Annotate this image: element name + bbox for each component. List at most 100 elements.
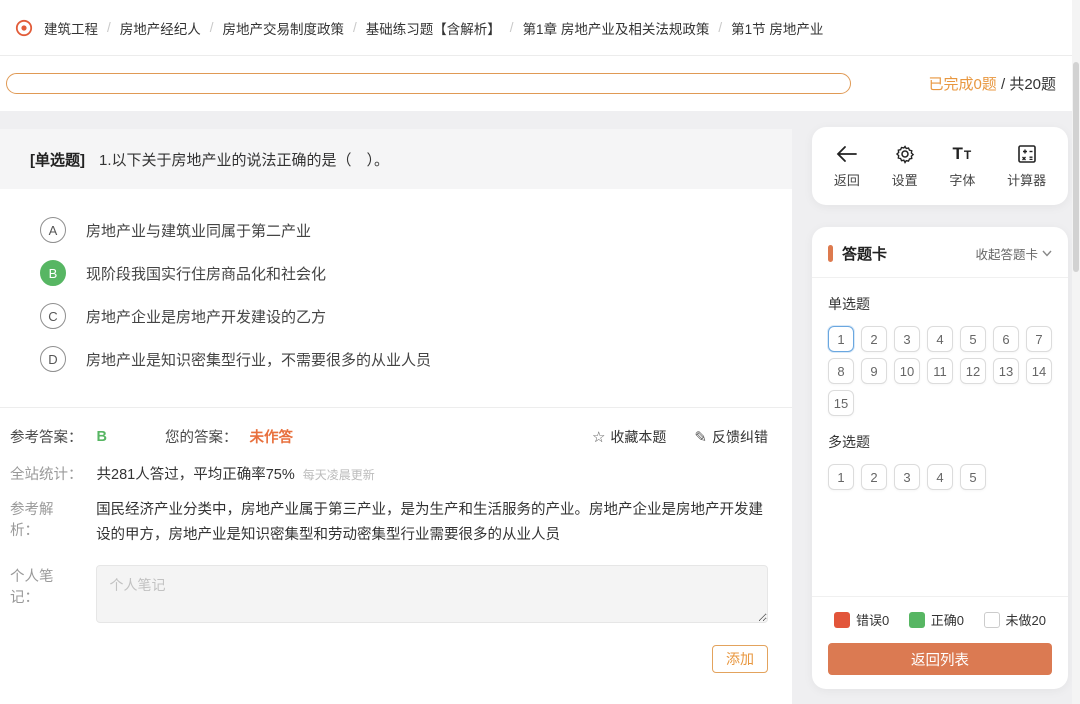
- answer-card: 答题卡 收起答题卡 单选题 1 2 3 4 5 6 7 8 9 10 11 12 13 14 15 多选题 1 2 3…: [812, 227, 1068, 689]
- collapse-answer-card-button[interactable]: 收起答题卡: [975, 244, 1052, 263]
- option-text: 房地产业与建筑业同属于第二产业: [86, 222, 312, 240]
- question-number-14[interactable]: 14: [1026, 358, 1052, 384]
- option-letter-circle: C: [40, 303, 66, 329]
- accent-bar: [828, 245, 833, 262]
- option-C[interactable]: C 房地产企业是房地产开发建设的乙方: [40, 303, 752, 329]
- star-icon: ☆: [591, 428, 606, 446]
- personal-notes-row: 个人笔记：: [0, 549, 792, 623]
- back-arrow-icon: [836, 143, 858, 165]
- scrollbar-thumb[interactable]: [1073, 62, 1079, 272]
- legend-swatch-wrong: [834, 611, 850, 628]
- legend-label: 错误0: [856, 613, 890, 628]
- answer-card-title: 答题卡: [842, 246, 888, 263]
- option-letter-circle: D: [40, 346, 66, 372]
- tool-计算器[interactable]: 计算器: [1007, 143, 1046, 189]
- question-number-10[interactable]: 10: [894, 358, 920, 384]
- feedback-error-button[interactable]: ✎ 反馈纠错: [694, 427, 768, 447]
- top-header: 建筑工程 / 房地产经纪人 / 房地产交易制度政策 / 基础练习题【含解析】 / 第1章 房地产…: [0, 0, 1080, 56]
- breadcrumb-separator: /: [107, 20, 111, 35]
- collapse-label: 收起答题卡: [975, 248, 1038, 262]
- question-number-3[interactable]: 3: [894, 326, 920, 352]
- section-title: 单选题: [828, 296, 870, 312]
- breadcrumb-item[interactable]: 建筑工程: [44, 18, 98, 38]
- option-letter-circle: B: [40, 260, 66, 286]
- breadcrumb-item[interactable]: 第1节 房地产业: [731, 18, 823, 38]
- breadcrumb-separator: /: [353, 20, 357, 35]
- collect-label: 收藏本题: [610, 428, 667, 445]
- question-number-5[interactable]: 5: [960, 326, 986, 352]
- breadcrumb-item[interactable]: 第1章 房地产业及相关法规政策: [523, 18, 710, 38]
- question-body: A 房地产业与建筑业同属于第二产业 B 现阶段我国实行住房商品化和社会化 C 房地产企业是…: [0, 189, 792, 704]
- breadcrumb-item[interactable]: 房地产经纪人: [120, 18, 201, 38]
- question-number-13[interactable]: 13: [993, 358, 1019, 384]
- legend-label: 未做20: [1005, 613, 1046, 628]
- tool-字体[interactable]: TT 字体: [949, 143, 975, 189]
- sidebar: 返回 设置 TT 字体 计算器 答题卡 收起答题卡 单选题 1 2 3 4 5 6 7 8 9 10 11 12…: [812, 127, 1068, 689]
- site-stats-value: 共281人答过，平均正确率75%: [96, 467, 295, 483]
- question-pager: 〈 上一题 下一题 〉: [0, 673, 792, 704]
- question-number-1[interactable]: 1: [828, 464, 854, 490]
- option-text: 现阶段我国实行住房商品化和社会化: [86, 265, 327, 283]
- tool-label: 设置: [891, 173, 918, 188]
- progress-bar: [6, 73, 851, 94]
- option-letter-circle: A: [40, 217, 66, 243]
- question-header: [单选题] 1.以下关于房地产业的说法正确的是（ ）。: [0, 129, 792, 189]
- question-number-6[interactable]: 6: [993, 326, 1019, 352]
- legend-correct: 正确0: [908, 610, 964, 629]
- question-number-1[interactable]: 1: [828, 326, 854, 352]
- option-A[interactable]: A 房地产业与建筑业同属于第二产业: [40, 217, 752, 243]
- collect-question-button[interactable]: ☆ 收藏本题: [592, 427, 666, 447]
- question-number-5[interactable]: 5: [960, 464, 986, 490]
- question-number-grid: 12345: [828, 464, 1052, 490]
- question-number-12[interactable]: 12: [960, 358, 986, 384]
- question-number-9[interactable]: 9: [861, 358, 887, 384]
- tool-label: 字体: [949, 173, 976, 188]
- page-scrollbar[interactable]: [1072, 0, 1080, 704]
- analysis-row: 参考解析： 国民经济产业分类中，房地产业属于第三产业，是为生产和生活服务的产业。…: [0, 484, 792, 549]
- chevron-down-icon: [1042, 250, 1052, 257]
- your-answer-value: 未作答: [249, 430, 293, 446]
- question-number-8[interactable]: 8: [828, 358, 854, 384]
- question-type-tag: [单选题]: [30, 151, 85, 169]
- question-number-2[interactable]: 2: [861, 464, 887, 490]
- question-number-4[interactable]: 4: [927, 326, 953, 352]
- legend-label: 正确0: [930, 613, 964, 628]
- breadcrumb-item[interactable]: 房地产交易制度政策: [223, 18, 345, 38]
- progress-completed: 已完成0题: [928, 76, 997, 93]
- progress-total: / 共20题: [996, 76, 1056, 93]
- reference-answer-value: B: [96, 428, 107, 445]
- option-B[interactable]: B 现阶段我国实行住房商品化和社会化: [40, 260, 752, 286]
- personal-notes-label: 个人笔记：: [10, 568, 54, 606]
- feedback-label: 反馈纠错: [712, 428, 768, 445]
- option-list: A 房地产业与建筑业同属于第二产业 B 现阶段我国实行住房商品化和社会化 C 房地产企业是…: [0, 217, 792, 399]
- question-number-15[interactable]: 15: [828, 390, 854, 416]
- option-D[interactable]: D 房地产业是知识密集型行业，不需要很多的从业人员: [40, 346, 752, 372]
- tool-返回[interactable]: 返回: [834, 143, 860, 189]
- question-number-7[interactable]: 7: [1026, 326, 1052, 352]
- gear-icon: [895, 143, 915, 165]
- legend-wrong: 错误0: [834, 610, 889, 629]
- legend-swatch-correct: [908, 611, 925, 628]
- site-stats-row: 全站统计： 共281人答过，平均正确率75% 每天凌晨更新: [0, 447, 792, 484]
- question-number-11[interactable]: 11: [927, 358, 953, 384]
- site-stats-label: 全站统计：: [10, 467, 83, 483]
- reference-answer-label: 参考答案：: [10, 430, 83, 446]
- personal-notes-input[interactable]: [96, 564, 768, 623]
- option-text: 房地产企业是房地产开发建设的乙方: [86, 308, 327, 326]
- site-stats-note: 每天凌晨更新: [302, 468, 375, 482]
- add-note-button[interactable]: 添加: [712, 644, 768, 673]
- breadcrumb-item[interactable]: 基础练习题【含解析】: [366, 18, 501, 38]
- question-number-4[interactable]: 4: [927, 464, 953, 490]
- tool-label: 返回: [833, 173, 860, 188]
- question-number-3[interactable]: 3: [894, 464, 920, 490]
- pencil-icon: ✎: [694, 428, 707, 446]
- toolbar-card: 返回 设置 TT 字体 计算器: [812, 127, 1068, 205]
- back-to-list-button[interactable]: 返回列表: [828, 643, 1052, 675]
- breadcrumb: 建筑工程 / 房地产经纪人 / 房地产交易制度政策 / 基础练习题【含解析】 / 第1章 房地产…: [44, 18, 823, 38]
- tool-设置[interactable]: 设置: [892, 143, 918, 189]
- analysis-text: 国民经济产业分类中，房地产业属于第三产业，是为生产和生活服务的产业。房地产企业是…: [96, 502, 764, 544]
- question-number-2[interactable]: 2: [861, 326, 887, 352]
- font-size-icon: TT: [952, 144, 973, 163]
- breadcrumb-separator: /: [718, 20, 723, 35]
- progress-row: 已完成0题 / 共20题: [0, 56, 1080, 111]
